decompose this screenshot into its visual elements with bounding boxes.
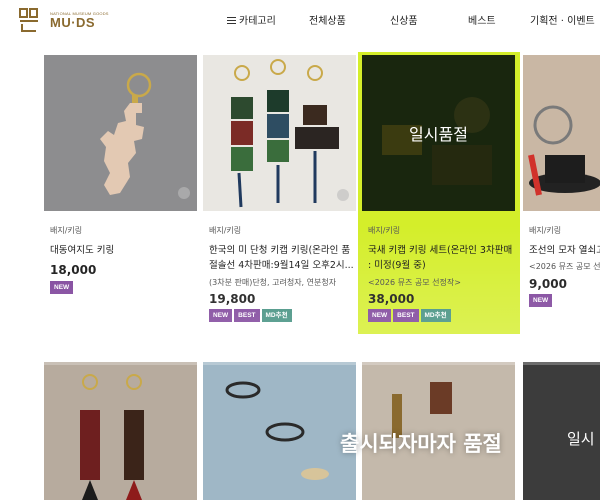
product-subtitle: <2026 뮤즈 공모 선정작>: [368, 278, 461, 287]
nav-category[interactable]: 카테고리: [227, 12, 276, 27]
badge-md-pick: MD추천: [261, 309, 292, 322]
badge-best: BEST: [234, 309, 260, 322]
badge-group: NEW: [50, 281, 74, 294]
main-nav: 카테고리 전체상품 신상품 베스트 기획전 · 이벤트: [0, 12, 600, 28]
badge-new: NEW: [529, 294, 553, 307]
badge-new: NEW: [368, 309, 392, 322]
nav-event[interactable]: 기획전 · 이벤트: [530, 12, 595, 27]
menu-icon: [227, 17, 236, 24]
badge-md-pick: MD추천: [420, 309, 451, 322]
product-category: 배지/키링: [368, 226, 401, 235]
product-category: 배지/키링: [209, 226, 242, 235]
product-title[interactable]: 대동여지도 키링: [50, 243, 196, 258]
product-image[interactable]: [203, 55, 356, 211]
nav-category-label: 카테고리: [239, 16, 276, 27]
product-image[interactable]: [523, 55, 600, 211]
badge-group: NEW BEST MD추천: [209, 309, 292, 322]
badge-new: NEW: [50, 281, 74, 294]
nav-new-products[interactable]: 신상품: [390, 12, 418, 27]
product-category: 배지/키링: [50, 226, 83, 235]
product-card[interactable]: 배지/키링 조선의 모자 열쇠고리 <2026 뮤즈 공모 선 9,000 NE…: [523, 55, 600, 335]
product-price: 38,000: [368, 292, 415, 306]
product-category: 배지/키링: [529, 226, 562, 235]
product-title[interactable]: 조선의 모자 열쇠고리: [529, 243, 600, 258]
product-card-featured[interactable]: 일시품절 배지/키링 국새 키캡 키링 세트(온라인 3차판매 : 미정(9월 …: [362, 55, 519, 335]
product-image[interactable]: [203, 362, 356, 500]
product-price: 19,800: [209, 292, 256, 306]
product-card[interactable]: 배지/키링 대동여지도 키링 18,000 NEW: [44, 55, 201, 335]
product-image[interactable]: 일시품절: [362, 55, 515, 211]
badge-new: NEW: [209, 309, 233, 322]
product-price: 18,000: [50, 263, 97, 277]
badge-group: NEW BEST MD추천: [368, 309, 451, 322]
badge-best: BEST: [393, 309, 419, 322]
badge-group: NEW: [529, 294, 553, 307]
nav-all-products[interactable]: 전체상품: [309, 12, 346, 27]
sold-out-banner: 출시되자마자 품절: [340, 432, 502, 456]
sold-out-banner-cropped: 일시: [567, 430, 595, 448]
product-price: 9,000: [529, 277, 567, 291]
site-header: NATIONAL MUSEUM GOODS MU·DS 카테고리 전체상품 신상…: [0, 0, 600, 40]
product-subtitle: <2026 뮤즈 공모 선: [529, 262, 600, 271]
product-image[interactable]: [44, 55, 197, 211]
product-title[interactable]: 한국의 미 단청 키캡 키링(온라인 품절솔선 4차판매:9월14일 오후2시.…: [209, 243, 355, 273]
product-subtitle: (3차분 판매)단청, 고려청자, 연분청자: [209, 278, 337, 287]
product-image[interactable]: [44, 362, 197, 500]
nav-best[interactable]: 베스트: [468, 12, 496, 27]
sold-out-overlay: 일시품절: [362, 55, 515, 211]
product-title[interactable]: 국새 키캡 키링 세트(온라인 3차판매 : 미정(9월 중): [368, 243, 514, 273]
product-card[interactable]: 배지/키링 한국의 미 단청 키캡 키링(온라인 품절솔선 4차판매:9월14일…: [203, 55, 360, 335]
